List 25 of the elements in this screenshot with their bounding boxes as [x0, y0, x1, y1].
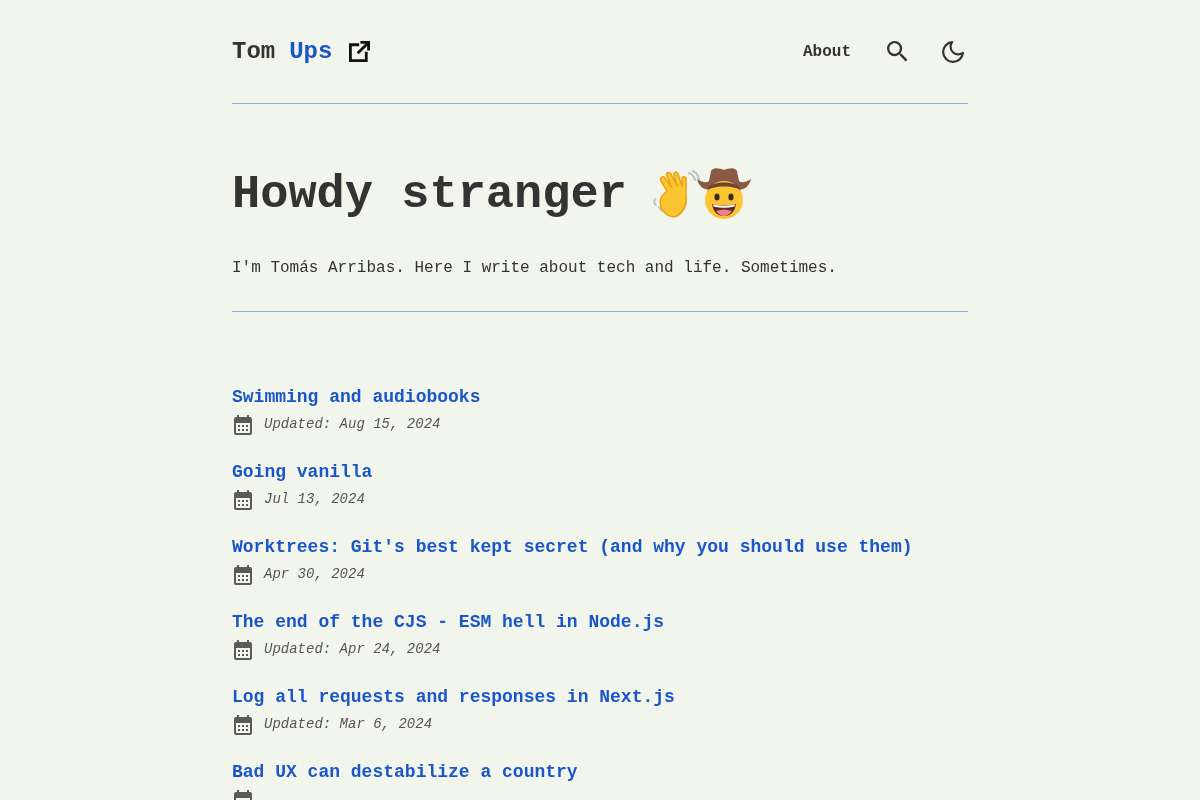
post-title-link[interactable]: Going vanilla: [232, 459, 373, 486]
post-title-link[interactable]: Swimming and audiobooks: [232, 384, 481, 411]
post-date: Apr 30, 2024: [264, 565, 365, 584]
moon-icon: [942, 40, 964, 63]
post-title-link[interactable]: The end of the CJS - ESM hell in Node.js: [232, 609, 665, 636]
post-date: Updated: Aug 15, 2024: [264, 415, 441, 434]
external-link-icon: [349, 41, 371, 62]
post-date: Updated: Mar 6, 2024: [264, 715, 433, 734]
about-link[interactable]: About: [803, 42, 851, 61]
page-heading: Howdy stranger: [232, 167, 627, 223]
post-date: Jul 13, 2024: [264, 490, 365, 509]
calendar-icon: [234, 639, 252, 660]
search-icon: [887, 41, 908, 62]
waving-hand-icon: [650, 169, 701, 221]
intro-text: I'm Tomás Arribas. Here I write about tech and life. Sometimes.: [232, 258, 838, 279]
post-title-link[interactable]: Log all requests and responses in Next.js: [232, 684, 675, 711]
cowboy-face-icon: [694, 165, 753, 221]
calendar-icon: [234, 714, 252, 735]
calendar-icon: [234, 414, 252, 435]
site-logo-link[interactable]: Tom Ups: [232, 36, 371, 67]
post-date: Updated: Apr 24, 2024: [264, 640, 441, 659]
post-title-link[interactable]: Bad UX can destabilize a country: [232, 759, 578, 786]
calendar-icon: [234, 564, 252, 585]
post-title-link[interactable]: Worktrees: Git's best kept secret (and why you should use them): [232, 534, 913, 561]
calendar-icon: [234, 489, 252, 510]
